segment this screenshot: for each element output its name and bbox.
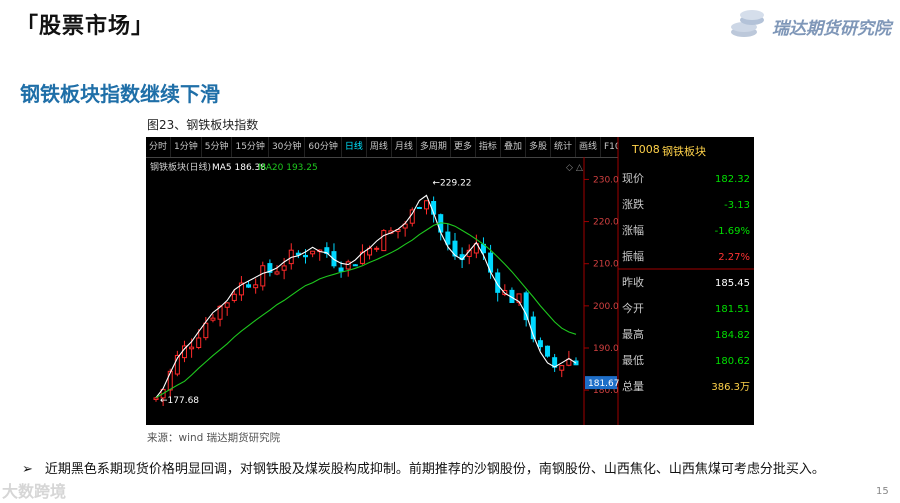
quote-label-1: 涨跌 (622, 197, 644, 211)
bullet-text: 近期黑色系期现货价格明显回调，对钢铁股及煤炭股构成抑制。前期推荐的沙钢股份，南钢… (44, 462, 825, 477)
quote-value-3: 2.27% (718, 252, 750, 263)
section-title: 「股票市场」 (16, 14, 155, 39)
quote-label-5: 今开 (622, 301, 644, 315)
candle-body-0 (153, 397, 159, 400)
candle-body-13 (246, 284, 252, 288)
candle-body-26 (338, 267, 344, 272)
quote-label-6: 最高 (622, 327, 644, 341)
quote-label-4: 昨收 (622, 275, 644, 289)
candle-body-31 (374, 247, 380, 250)
page-number: 15 (876, 486, 889, 497)
candle-body-21 (302, 254, 308, 258)
quote-value-5: 181.51 (715, 304, 750, 315)
candle-body-18 (281, 265, 287, 271)
quote-label-7: 最低 (622, 354, 644, 367)
low-annotation: ←177.68 (160, 396, 199, 406)
coins-logo-icon (731, 10, 764, 37)
quote-label-2: 涨幅 (622, 224, 644, 237)
quote-value-0: 182.32 (715, 174, 750, 185)
quote-label-0: 现价 (622, 172, 644, 185)
ma20-legend: MA20 193.25 (258, 163, 318, 173)
candle-body-15 (260, 265, 266, 287)
figure-source: 来源：wind 瑞达期货研究院 (147, 432, 281, 444)
candle-body-28 (352, 264, 358, 267)
quote-value-8: 386.3万 (711, 382, 750, 393)
candle-body-54 (537, 340, 543, 348)
candle-body-11 (231, 293, 237, 301)
y-tick-label-0: 230.0 (593, 175, 619, 185)
candle-body-27 (345, 261, 351, 270)
y-tick-label-1: 220.0 (593, 218, 619, 228)
y-tick-label-3: 200.0 (593, 302, 619, 312)
quote-value-7: 180.62 (715, 356, 750, 367)
candle-body-2 (167, 370, 173, 391)
company-logo: 瑞达期货研究院 (728, 6, 898, 42)
candle-body-14 (253, 284, 259, 289)
candle-body-37 (416, 206, 422, 209)
bullet-point: ➢ 近期黑色系期现货价格明显回调，对钢铁股及煤炭股构成抑制。前期推荐的沙钢股份，南… (22, 458, 825, 477)
quote-label-8: 总量 (622, 379, 644, 393)
quote-value-4: 185.45 (715, 278, 750, 289)
stock-chart-panel: 分时 1分钟 5分钟 15分钟 30分钟 60分钟 日线 周线 月线 多周期 更多 指标 叠加 多股 统计画… (146, 137, 754, 425)
candle-body-41 (445, 231, 451, 245)
candle-body-58 (566, 358, 572, 366)
watermark: 大数跨境 (2, 482, 67, 501)
y-tick-label-4: 190.0 (593, 344, 619, 354)
candle-body-6 (196, 337, 202, 348)
up-triangle-icon: △ (576, 163, 583, 173)
bullet-arrow-icon: ➢ (22, 462, 33, 477)
candle-body-7 (203, 322, 209, 339)
candle-body-32 (381, 230, 387, 252)
candlestick-chart: 230.0220.0210.0200.0190.0180.0钢铁板块(日线) MA… (150, 137, 754, 425)
candle-body-8 (210, 317, 216, 321)
candle-body-10 (224, 302, 230, 308)
quote-value-6: 184.82 (715, 330, 750, 341)
high-annotation: ←229.22 (433, 179, 472, 189)
candle-body-5 (189, 346, 195, 350)
quote-label-3: 振幅 (622, 249, 644, 263)
current-price-label: 181.67 (588, 379, 620, 389)
slide-heading: 钢铁板块指数继续下滑 (20, 82, 220, 106)
y-tick-label-2: 210.0 (593, 260, 619, 270)
chart-title: 钢铁板块(日线) (150, 161, 211, 173)
figure-caption: 图23、钢铁板块指数 (147, 118, 259, 132)
candle-body-38 (424, 200, 430, 210)
candle-body-22 (310, 250, 316, 255)
candle-body-17 (274, 271, 280, 275)
diamond-icon: ◇ (566, 163, 573, 173)
candle-body-57 (559, 365, 565, 371)
logo-text: 瑞达期货研究院 (772, 19, 891, 39)
quote-value-1: -3.13 (724, 200, 750, 211)
candle-body-55 (545, 345, 551, 357)
quote-value-2: -1.69% (715, 226, 750, 237)
